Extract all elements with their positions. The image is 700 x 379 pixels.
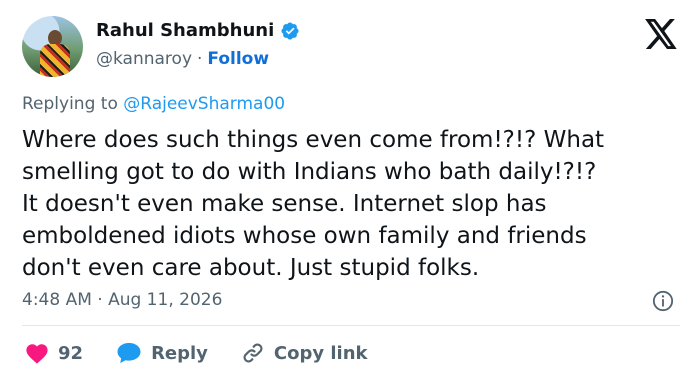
verified-badge-icon: [281, 21, 299, 40]
like-count: 92: [58, 342, 84, 364]
follow-button[interactable]: Follow: [207, 49, 269, 69]
copy-link-button[interactable]: Copy link: [241, 341, 368, 365]
avatar[interactable]: [22, 16, 83, 77]
info-icon[interactable]: [652, 290, 674, 312]
avatar-shirt: [40, 44, 70, 77]
heart-icon: [26, 344, 48, 364]
reply-label: Reply: [151, 342, 208, 364]
divider: [22, 325, 680, 326]
author-handle[interactable]: @kannaroy: [96, 49, 192, 69]
reply-button[interactable]: Reply: [116, 342, 208, 364]
handle-separator: ·: [197, 49, 203, 69]
tweet-timestamp[interactable]: 4:48 AM · Aug 11, 2026: [22, 290, 222, 310]
speech-bubble-icon: [117, 343, 141, 363]
copy-link-label: Copy link: [273, 342, 368, 364]
like-button[interactable]: 92: [25, 342, 83, 364]
link-icon: [243, 343, 263, 363]
author-name[interactable]: Rahul Shambhuni: [96, 20, 274, 41]
replying-to-line: Replying to @RajeevSharma00: [22, 94, 285, 114]
replying-to-mention[interactable]: @RajeevSharma00: [123, 94, 285, 114]
action-bar: 92 Reply Copy link: [25, 341, 401, 365]
author-handle-row: @kannaroy · Follow: [96, 49, 269, 69]
x-logo-icon[interactable]: [645, 19, 678, 49]
replying-to-label: Replying to: [22, 94, 118, 114]
author-row: Rahul Shambhuni: [96, 20, 300, 41]
tweet-text: Where does such things even come from!?!…: [22, 127, 605, 281]
